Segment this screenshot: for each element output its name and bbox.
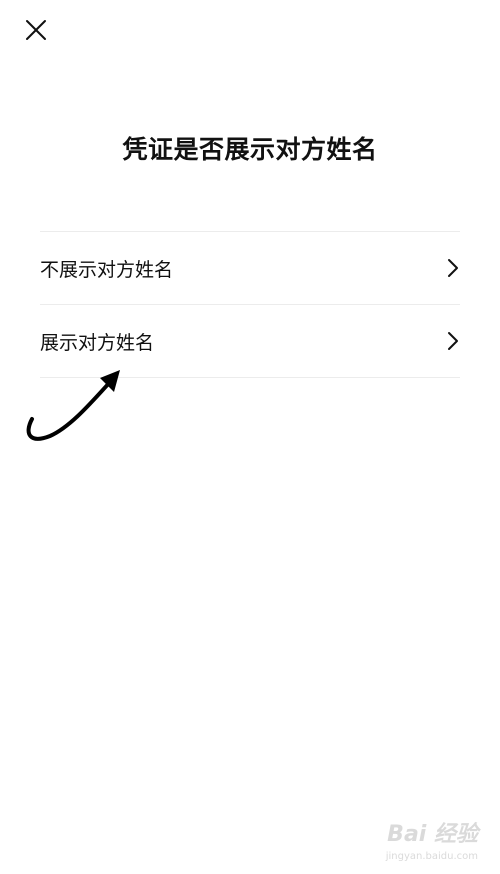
watermark-logo: Bai 经验 jingyan.baidu.com (378, 816, 478, 862)
option-hide-name[interactable]: 不展示对方姓名 (40, 232, 460, 305)
screen: 凭证是否展示对方姓名 不展示对方姓名 展示对方姓名 Bai 经验 jingyan… (0, 0, 500, 874)
option-label: 不展示对方姓名 (40, 258, 174, 281)
chevron-right-icon (446, 258, 460, 278)
close-button[interactable] (18, 12, 54, 48)
watermark-main: Bai 经验 (387, 822, 478, 847)
curved-arrow-icon (26, 370, 120, 441)
close-icon (26, 20, 46, 40)
chevron-right-icon (446, 331, 460, 351)
watermark-sub: jingyan.baidu.com (385, 851, 478, 862)
options-list: 不展示对方姓名 展示对方姓名 (40, 231, 460, 378)
page-title: 凭证是否展示对方姓名 (122, 135, 378, 164)
option-label: 展示对方姓名 (40, 331, 155, 354)
